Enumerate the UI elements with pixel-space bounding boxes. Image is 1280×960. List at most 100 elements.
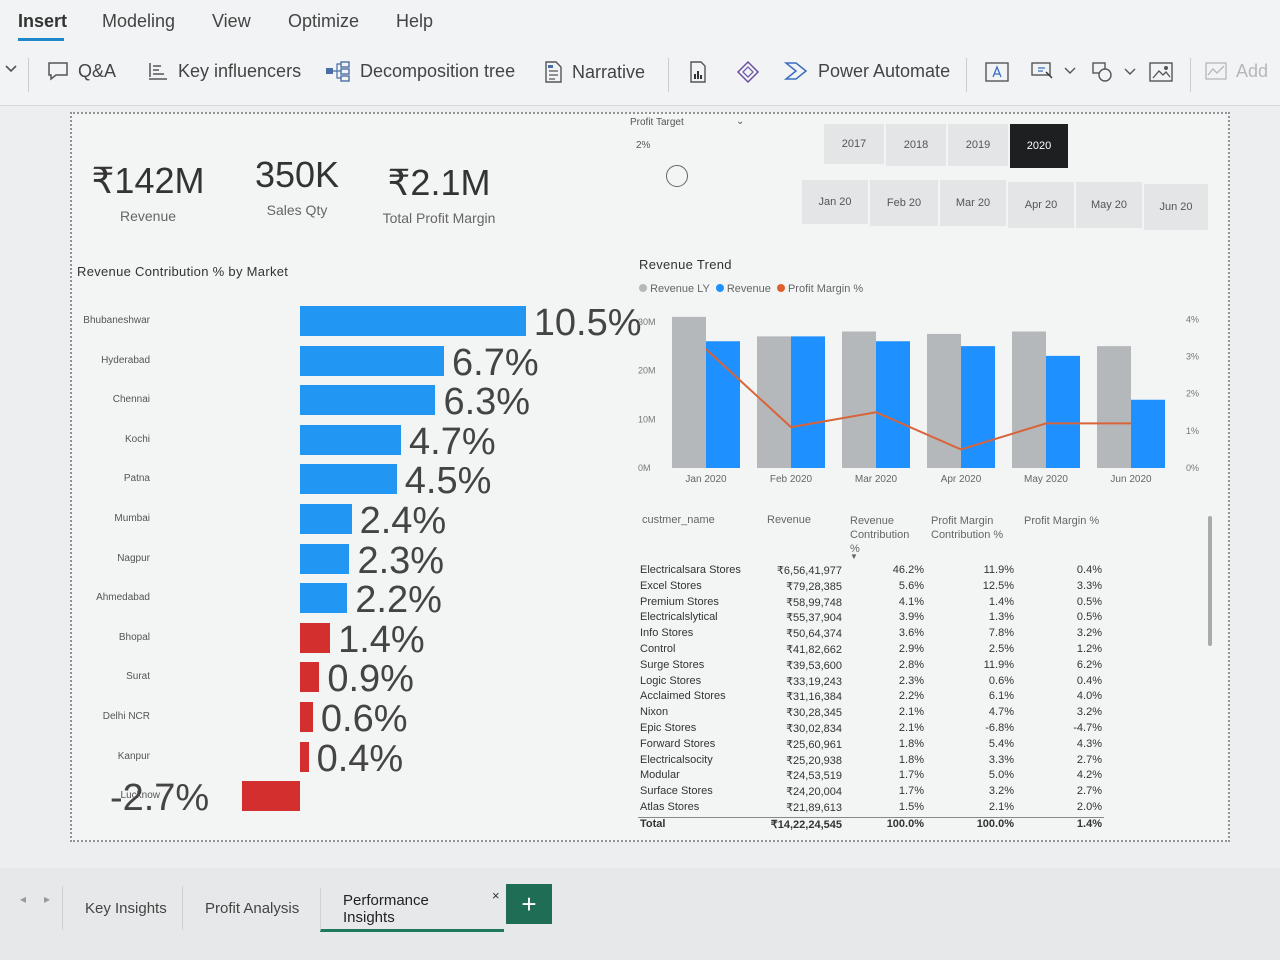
revenue-bar[interactable] — [1131, 399, 1165, 468]
tab-profit-analysis[interactable]: Profit Analysis — [182, 886, 321, 930]
market-bar[interactable] — [300, 662, 320, 693]
table-cell: Control — [640, 643, 676, 655]
table-row[interactable]: Control ₹41,82,662 2.9% 2.5% 1.2% — [638, 643, 1104, 659]
revenue-ly-bar[interactable] — [1097, 346, 1131, 468]
kpi-card-total-profit-margin[interactable]: ₹2.1M Total Profit Margin — [374, 162, 504, 226]
revenue-ly-bar[interactable] — [672, 316, 706, 468]
table-cell: ₹14,22,24,545 — [770, 818, 842, 831]
paginated-report-button[interactable] — [688, 60, 708, 84]
table-row[interactable]: Surface Stores ₹24,20,004 1.7% 3.2% 2.7% — [638, 785, 1104, 801]
table-row[interactable]: Forward Stores ₹25,60,961 1.8% 5.4% 4.3% — [638, 738, 1104, 754]
market-bar[interactable] — [300, 543, 350, 574]
year-button-2020[interactable]: 2020 — [1010, 124, 1068, 168]
table-cell: 1.3% — [988, 611, 1014, 624]
market-bar[interactable] — [300, 385, 436, 416]
legend-item-profit-margin[interactable]: Profit Margin % — [776, 283, 863, 295]
revenue-bar[interactable] — [706, 341, 740, 468]
power-automate-button[interactable]: Power Automate — [784, 60, 950, 82]
revenue-bar[interactable] — [791, 336, 825, 468]
tab-next-arrow-icon[interactable]: ▸ — [44, 892, 50, 906]
narrative-button[interactable]: Narrative — [542, 60, 645, 84]
table-row[interactable]: Electricalsara Stores ₹6,56,41,977 46.2% 11… — [638, 564, 1104, 580]
market-bar[interactable] — [300, 583, 348, 614]
market-bar[interactable] — [300, 306, 526, 336]
shapes-dropdown[interactable] — [1090, 60, 1136, 84]
tab-performance-insights[interactable]: Performance Insights — [320, 888, 504, 932]
table-cell: 1.8% — [898, 753, 924, 766]
month-button-mar[interactable]: Mar 20 — [940, 180, 1006, 226]
add-page-button[interactable]: + — [506, 884, 552, 924]
kpi-card-revenue[interactable]: ₹142M Revenue — [86, 160, 210, 224]
menu-help[interactable]: Help — [396, 11, 433, 32]
revenue-trend-chart[interactable]: 30M 20M 10M 0M 4% 3% 2% 1% 0% Jan 2020 Feb 2020 Mar… — [630, 302, 1210, 492]
market-bar[interactable] — [241, 781, 300, 812]
table-row[interactable]: Acclaimed Stores ₹31,16,384 2.2% 6.1% 4.0% — [638, 690, 1104, 706]
ribbon-collapse-chevron-icon[interactable] — [4, 64, 18, 74]
image-button[interactable] — [1148, 60, 1174, 84]
tab-close-icon[interactable]: × — [492, 888, 500, 903]
revenue-bar[interactable] — [876, 341, 910, 468]
table-row[interactable]: Premium Stores ₹58,99,748 4.1% 1.4% 0.5% — [638, 596, 1104, 612]
revenue-bar[interactable] — [1046, 355, 1080, 468]
ribbon-separator — [668, 58, 669, 92]
revenue-ly-bar[interactable] — [757, 336, 791, 468]
tab-key-insights[interactable]: Key Insights — [62, 886, 189, 930]
legend-item-revenue-ly[interactable]: Revenue LY — [639, 283, 710, 295]
kpi-card-sales-qty[interactable]: 350K Sales Qty — [244, 154, 350, 218]
tab-prev-arrow-icon[interactable]: ◂ — [20, 892, 26, 906]
column-header-customer[interactable]: custmer_name — [642, 513, 715, 527]
add-button[interactable]: Add — [1204, 60, 1268, 82]
revenue-ly-bar[interactable] — [1012, 331, 1046, 469]
month-button-jan[interactable]: Jan 20 — [802, 180, 868, 224]
year-button-2017[interactable]: 2017 — [824, 124, 884, 164]
qa-button[interactable]: Q&A — [46, 60, 116, 82]
market-bar[interactable] — [300, 464, 397, 495]
chevron-down-icon[interactable]: ⌄ — [736, 116, 744, 127]
menu-view[interactable]: View — [212, 11, 251, 32]
kpi-value: 350K — [254, 154, 340, 195]
table-row[interactable]: Excel Stores ₹79,28,385 5.6% 12.5% 3.3% — [638, 580, 1104, 596]
column-header-profit-margin-contribution[interactable]: Profit Margin Contribution % — [931, 514, 1013, 542]
month-button-feb[interactable]: Feb 20 — [870, 180, 938, 226]
decomposition-tree-button[interactable]: Decomposition tree — [324, 60, 515, 82]
market-bar[interactable] — [300, 702, 313, 732]
column-header-revenue[interactable]: Revenue — [767, 513, 811, 527]
table-row[interactable]: Electricalsocity ₹25,20,938 1.8% 3.3% 2.7% — [638, 754, 1104, 770]
market-bar[interactable] — [300, 345, 445, 376]
table-row[interactable]: Info Stores ₹50,64,374 3.6% 7.8% 3.2% — [638, 627, 1104, 643]
table-cell: Premium Stores — [640, 595, 719, 608]
key-influencers-button[interactable]: Key influencers — [146, 60, 301, 82]
sort-desc-icon[interactable]: ▼ — [850, 552, 858, 561]
profit-target-radio[interactable] — [666, 165, 688, 187]
revenue-bar[interactable] — [961, 346, 995, 468]
profit-target-value: 2% — [636, 140, 651, 151]
table-row[interactable]: Electricalslytical ₹55,37,904 3.9% 1.3% 0.5% — [638, 611, 1104, 627]
year-button-2018[interactable]: 2018 — [886, 124, 946, 166]
year-button-2019[interactable]: 2019 — [948, 124, 1008, 166]
table-row[interactable]: Nixon ₹30,28,345 2.1% 4.7% 3.2% — [638, 706, 1104, 722]
legend-item-revenue[interactable]: Revenue — [715, 283, 771, 295]
menu-insert[interactable]: Insert — [18, 11, 67, 32]
column-header-profit-margin[interactable]: Profit Margin % — [1024, 514, 1099, 528]
column-header-revenue-contribution[interactable]: Revenue Contribution % — [850, 514, 920, 556]
month-button-jun[interactable]: Jun 20 — [1144, 184, 1208, 230]
table-row[interactable]: Surge Stores ₹39,53,600 2.8% 11.9% 6.2% — [638, 659, 1104, 675]
text-box-button[interactable] — [984, 60, 1010, 84]
power-apps-button[interactable] — [736, 60, 760, 84]
table-row[interactable]: Atlas Stores ₹21,89,613 1.5% 2.1% 2.0% — [638, 801, 1104, 817]
market-bar[interactable] — [300, 741, 309, 772]
table-row[interactable]: Modular ₹24,53,519 1.7% 5.0% 4.2% — [638, 769, 1104, 785]
menu-optimize[interactable]: Optimize — [288, 11, 359, 32]
table-total-row[interactable]: Total ₹14,22,24,545 100.0% 100.0% 1.4% — [638, 816, 1104, 833]
market-bar[interactable] — [300, 622, 331, 653]
table-scrollbar[interactable] — [1208, 516, 1212, 646]
month-button-apr[interactable]: Apr 20 — [1008, 182, 1074, 228]
revenue-ly-bar[interactable] — [842, 331, 876, 469]
market-bar[interactable] — [300, 424, 402, 455]
menu-modeling[interactable]: Modeling — [102, 11, 175, 32]
market-bar[interactable] — [300, 504, 352, 534]
buttons-dropdown[interactable] — [1030, 60, 1076, 82]
table-row[interactable]: Logic Stores ₹33,19,243 2.3% 0.6% 0.4% — [638, 675, 1104, 691]
table-row[interactable]: Epic Stores ₹30,02,834 2.1% -6.8% -4.7% — [638, 722, 1104, 738]
month-button-may[interactable]: May 20 — [1076, 182, 1142, 228]
